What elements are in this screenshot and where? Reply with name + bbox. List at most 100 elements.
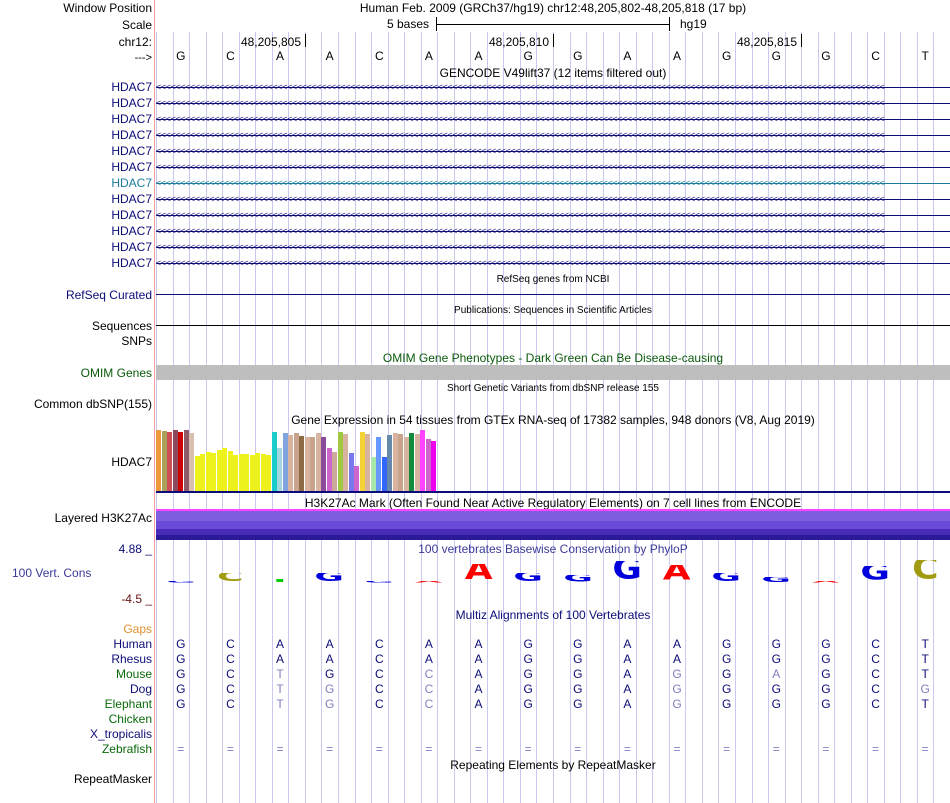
phylop-letter[interactable]: C	[210, 573, 250, 583]
multiz-track-title[interactable]: Multiz Alignments of 100 Vertebrates	[156, 608, 950, 622]
gencode-gene-label[interactable]: HDAC7	[0, 192, 152, 206]
omim-track-title[interactable]: OMIM Gene Phenotypes - Dark Green Can Be…	[156, 351, 950, 365]
omim-feature-bar[interactable]	[156, 365, 950, 380]
gtex-tissue-bar[interactable]	[178, 432, 183, 491]
gtex-tissue-bar[interactable]	[365, 434, 370, 491]
gtex-tissue-bar[interactable]	[266, 455, 271, 491]
multiz-base: G	[672, 682, 682, 696]
gencode-gene-label[interactable]: HDAC7	[0, 80, 152, 94]
gtex-tissue-bar[interactable]	[288, 435, 293, 491]
gtex-tissue-bar[interactable]	[343, 434, 348, 491]
gtex-track-title[interactable]: Gene Expression in 54 tissues from GTEx …	[156, 413, 950, 427]
gtex-tissue-bar[interactable]	[354, 466, 359, 491]
refseq-track-label[interactable]: RefSeq Curated	[0, 288, 152, 302]
repeatmasker-track-title[interactable]: Repeating Elements by RepeatMasker	[156, 758, 950, 772]
phylop-letter[interactable]: G	[756, 577, 796, 583]
gtex-tissue-bar[interactable]	[332, 452, 337, 491]
multiz-species-label[interactable]: Rhesus	[0, 652, 152, 666]
gencode-gene-label[interactable]: HDAC7	[0, 96, 152, 110]
gtex-tissue-bar[interactable]	[200, 454, 205, 491]
gtex-tissue-bar[interactable]	[376, 437, 381, 491]
gencode-gene-label[interactable]: HDAC7	[0, 224, 152, 238]
phylop-letter[interactable]: G	[856, 566, 896, 583]
gtex-tissue-bar[interactable]	[255, 453, 260, 491]
phylop-letter[interactable]: A	[459, 564, 499, 583]
gtex-tissue-bar[interactable]	[420, 430, 425, 491]
gencode-gene-label[interactable]: HDAC7	[0, 112, 152, 126]
h3k27ac-track-label[interactable]: Layered H3K27Ac	[0, 511, 152, 525]
gencode-gene-label[interactable]: HDAC7	[0, 256, 152, 270]
gencode-gene-label[interactable]: HDAC7	[0, 240, 152, 254]
gtex-tissue-bar[interactable]	[431, 441, 436, 491]
multiz-base: G	[176, 637, 186, 651]
multiz-species-label[interactable]: Dog	[0, 682, 152, 696]
gtex-tissue-bar[interactable]	[387, 435, 392, 491]
phylop-letter[interactable]: G	[707, 573, 747, 583]
gtex-tissue-bar[interactable]	[409, 433, 414, 491]
snps-track-label[interactable]: SNPs	[0, 334, 152, 348]
gtex-tissue-bar[interactable]	[321, 437, 326, 491]
phylop-letter[interactable]: G	[310, 573, 350, 583]
phylop-letter[interactable]: G	[359, 581, 399, 583]
gencode-strand-arrows: <<<<<<<<<<<<<<<<<<<<<<<<<<<<<<<<<<<<<<<<…	[156, 146, 885, 156]
gtex-tissue-bar[interactable]	[244, 454, 249, 491]
refseq-track-line[interactable]	[156, 294, 950, 295]
multiz-species-label[interactable]: Human	[0, 637, 152, 651]
multiz-species-label[interactable]: Chicken	[0, 712, 152, 726]
multiz-base: G	[821, 682, 831, 696]
multiz-species-label[interactable]: Elephant	[0, 697, 152, 711]
h3k27ac-track-title[interactable]: H3K27Ac Mark (Often Found Near Active Re…	[156, 496, 950, 510]
h3k27ac-signal[interactable]	[156, 509, 950, 540]
dbsnp-track-title[interactable]: Short Genetic Variants from dbSNP releas…	[156, 382, 950, 396]
multiz-base: G	[573, 652, 583, 666]
gtex-tissue-bar[interactable]	[156, 430, 161, 491]
gtex-tissue-bar[interactable]	[310, 437, 315, 491]
phylop-letter-glyph: G	[761, 577, 792, 583]
multiz-base: C	[374, 637, 384, 651]
omim-track-label[interactable]: OMIM Genes	[0, 366, 152, 380]
gtex-tissue-bar[interactable]	[189, 433, 194, 491]
gencode-strand-arrows: <<<<<<<<<<<<<<<<<<<<<<<<<<<<<<<<<<<<<<<<…	[156, 258, 885, 268]
gencode-gene-label[interactable]: HDAC7	[0, 176, 152, 190]
gencode-gene-label[interactable]: HDAC7	[0, 144, 152, 158]
gtex-tissue-bar[interactable]	[277, 448, 282, 491]
phylop-letter[interactable]: G	[607, 561, 647, 583]
multiz-base: T	[921, 652, 929, 666]
gtex-tissue-bar[interactable]	[222, 448, 227, 491]
multiz-base: A	[325, 637, 334, 651]
gtex-tissue-bar[interactable]	[167, 432, 172, 491]
gencode-gene-label[interactable]: HDAC7	[0, 128, 152, 142]
refseq-track-title[interactable]: RefSeq genes from NCBI	[156, 273, 950, 287]
phylop-letter[interactable]: A	[806, 581, 846, 583]
gtex-tissue-bar[interactable]	[299, 436, 304, 491]
phylop-letter[interactable]: G	[508, 573, 548, 583]
base-letter: C	[871, 49, 880, 63]
gencode-strand-arrows: <<<<<<<<<<<<<<<<<<<<<<<<<<<<<<<<<<<<<<<<…	[156, 226, 885, 236]
repeatmasker-track-label[interactable]: RepeatMasker	[0, 772, 152, 786]
phylop-track-title[interactable]: 100 vertebrates Basewise Conservation by…	[156, 542, 950, 556]
phylop-track-label[interactable]: 100 Vert. Cons	[12, 566, 91, 580]
gtex-tissue-bar[interactable]	[233, 455, 238, 491]
phylop-letter[interactable]: A	[657, 565, 697, 583]
phylop-letter[interactable]: G	[161, 581, 201, 583]
multiz-base: =	[226, 742, 234, 756]
gtex-track-label[interactable]: HDAC7	[0, 455, 152, 469]
phylop-letter[interactable]: T	[260, 579, 300, 583]
phylop-letter[interactable]: G	[558, 575, 598, 583]
phylop-letter[interactable]: A	[409, 581, 449, 583]
sequences-track-label[interactable]: Sequences	[0, 319, 152, 333]
dbsnp-track-label[interactable]: Common dbSNP(155)	[0, 397, 152, 411]
multiz-species-label[interactable]: Zebrafish	[0, 742, 152, 756]
publications-track-title[interactable]: Publications: Sequences in Scientific Ar…	[156, 304, 950, 318]
multiz-base: =	[524, 742, 532, 756]
gtex-tissue-bar[interactable]	[398, 434, 403, 491]
phylop-letter[interactable]: C	[905, 560, 945, 583]
multiz-base: A	[623, 697, 632, 711]
gencode-track-title[interactable]: GENCODE V49lift37 (12 items filtered out…	[156, 66, 950, 80]
sequences-track-line[interactable]	[156, 325, 950, 326]
multiz-species-label[interactable]: X_tropicalis	[0, 727, 152, 741]
gencode-gene-label[interactable]: HDAC7	[0, 160, 152, 174]
gencode-gene-label[interactable]: HDAC7	[0, 208, 152, 222]
multiz-species-label[interactable]: Mouse	[0, 667, 152, 681]
gtex-tissue-bar[interactable]	[211, 453, 216, 491]
